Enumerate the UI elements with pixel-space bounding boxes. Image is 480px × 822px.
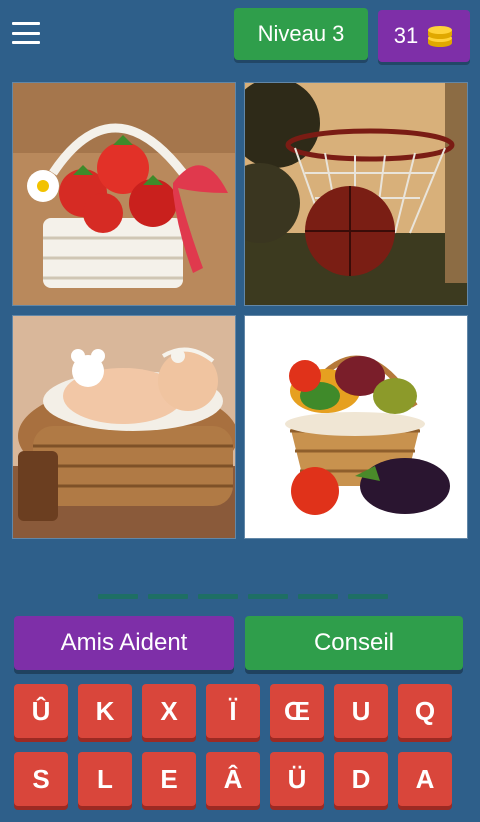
letter-key[interactable]: Œ [270, 684, 324, 738]
answer-slot[interactable] [348, 594, 388, 599]
top-bar: Niveau 3 31 [0, 0, 480, 72]
image-basketball-hoop[interactable] [244, 82, 468, 306]
answer-slot[interactable] [148, 594, 188, 599]
image-strawberry-basket[interactable] [12, 82, 236, 306]
friends-help-label: Amis Aident [60, 629, 188, 656]
letter-key[interactable]: Â [206, 752, 260, 806]
image-vegetable-basket[interactable] [244, 315, 468, 539]
level-badge[interactable]: Niveau 3 [234, 8, 368, 60]
letter-key[interactable]: Ü [270, 752, 324, 806]
answer-slot[interactable] [98, 594, 138, 599]
coin-count: 31 [393, 23, 419, 48]
hint-button[interactable]: Conseil [245, 616, 463, 670]
answer-slot[interactable] [248, 594, 288, 599]
answer-slot[interactable] [198, 594, 238, 599]
letter-keyboard: Û K X Ï Œ U Q S L E Â Ü D A [14, 684, 466, 820]
letter-key[interactable]: S [14, 752, 68, 806]
friends-help-button[interactable]: Amis Aident [14, 616, 234, 670]
letter-key[interactable]: U [334, 684, 388, 738]
picture-grid [12, 82, 468, 539]
coins-badge[interactable]: 31 [378, 10, 470, 62]
level-label: Niveau 3 [257, 21, 345, 46]
keyboard-row-1: Û K X Ï Œ U Q [14, 684, 466, 738]
letter-key[interactable]: E [142, 752, 196, 806]
letter-key[interactable]: Ï [206, 684, 260, 738]
letter-key[interactable]: K [78, 684, 132, 738]
letter-key[interactable]: Û [14, 684, 68, 738]
answer-slot[interactable] [298, 594, 338, 599]
menu-icon[interactable] [12, 22, 40, 44]
letter-key[interactable]: A [398, 752, 452, 806]
letter-key[interactable]: D [334, 752, 388, 806]
letter-key[interactable]: X [142, 684, 196, 738]
hint-label: Conseil [313, 629, 395, 656]
coin-stack-icon [428, 26, 453, 47]
image-baby-in-basket[interactable] [12, 315, 236, 539]
letter-key[interactable]: L [78, 752, 132, 806]
answer-slots [98, 594, 388, 602]
keyboard-row-2: S L E Â Ü D A [14, 752, 466, 806]
letter-key[interactable]: Q [398, 684, 452, 738]
